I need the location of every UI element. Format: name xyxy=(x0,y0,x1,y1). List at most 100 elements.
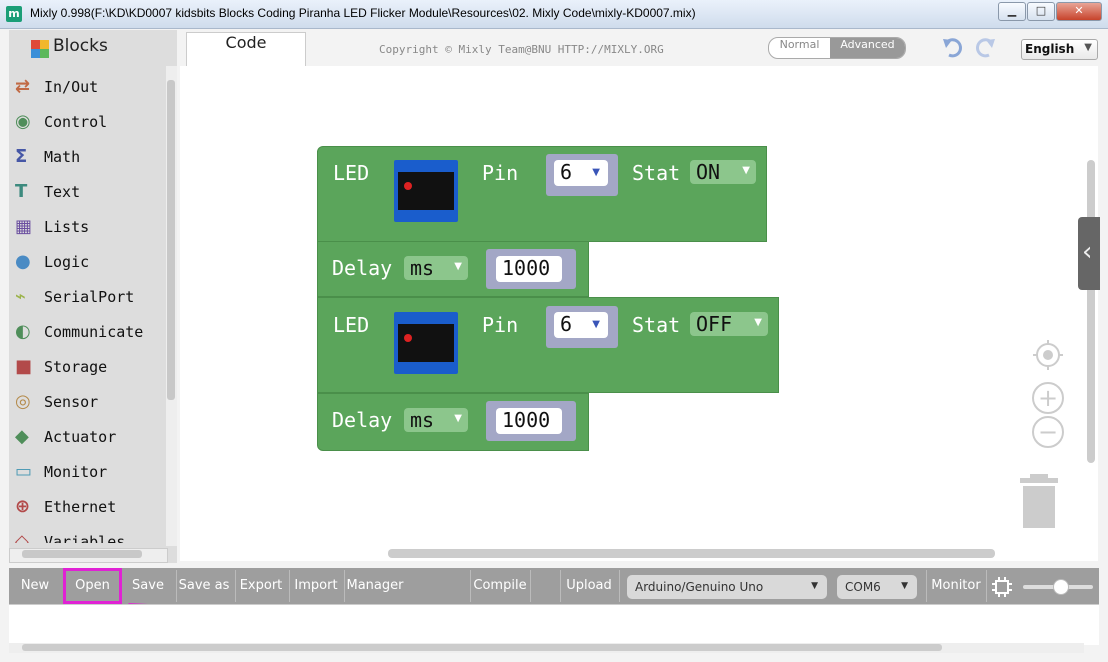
monitor-button[interactable]: Monitor xyxy=(928,568,984,604)
zoom-out-button[interactable]: − xyxy=(1032,416,1064,448)
sigma-icon: Σ xyxy=(15,146,28,167)
delay-unit: ms xyxy=(410,256,435,280)
stat-value: ON xyxy=(696,160,721,184)
sidebar-item-label: Storage xyxy=(44,358,108,376)
sidebar-item-label: Logic xyxy=(44,253,90,271)
sidebar-item-logic[interactable]: ● Logic xyxy=(12,247,162,275)
blocks-header: Blocks xyxy=(53,36,108,56)
workspace-horizontal-scrollbar[interactable] xyxy=(388,549,995,558)
toolbar-divider xyxy=(344,570,345,602)
minimize-button[interactable]: ▁ xyxy=(998,2,1026,21)
mode-advanced-option[interactable]: Advanced xyxy=(830,38,905,58)
pin-dropdown[interactable]: 6 ▼ xyxy=(554,312,608,338)
compile-button[interactable]: Compile xyxy=(472,568,528,604)
delay-value: 1000 xyxy=(502,256,551,280)
led-label: LED xyxy=(333,161,370,185)
chevron-down-icon: ▼ xyxy=(454,261,462,272)
sidebar-item-actuator[interactable]: ◆ Actuator xyxy=(12,422,162,450)
delay-unit: ms xyxy=(410,408,435,432)
zoom-slider-handle[interactable] xyxy=(1053,579,1069,595)
toolbar-divider xyxy=(986,570,987,602)
sidebar-item-control[interactable]: ◉ Control xyxy=(12,107,162,135)
stat-value: OFF xyxy=(696,312,733,336)
sidebar-hscroll-thumb[interactable] xyxy=(22,550,142,558)
delay-value-field[interactable]: 1000 xyxy=(496,408,562,434)
chevron-down-icon: ▼ xyxy=(454,413,462,424)
toolbar-divider xyxy=(926,570,927,602)
chevron-down-icon: ▼ xyxy=(901,581,908,591)
open-button[interactable]: Open xyxy=(63,568,122,604)
upload-button[interactable]: Upload xyxy=(562,568,616,604)
zoom-in-button[interactable]: + xyxy=(1032,382,1064,414)
workspace-vertical-scrollbar[interactable] xyxy=(1087,160,1095,463)
import-button[interactable]: Import xyxy=(291,568,341,604)
piranha-led-image xyxy=(394,160,458,222)
sidebar-item-communicate[interactable]: ◐ Communicate xyxy=(12,317,162,345)
sensor-icon: ◎ xyxy=(15,391,31,412)
tab-code-label: Code xyxy=(225,33,267,52)
sidebar-item-lists[interactable]: ▦ Lists xyxy=(12,212,162,240)
pin-label: Pin xyxy=(482,161,519,185)
sidebar-item-text[interactable]: T Text xyxy=(12,177,162,205)
pin-value: 6 xyxy=(560,312,573,336)
sidebar-item-in/out[interactable]: ⇄ In/Out xyxy=(12,72,162,100)
cable-icon: ⌁ xyxy=(15,286,26,307)
delay-unit-dropdown[interactable]: ms ▼ xyxy=(404,256,468,280)
close-button[interactable]: ✕ xyxy=(1056,2,1102,21)
chevron-left-icon: ‹ xyxy=(1082,237,1093,267)
delay-value-field[interactable]: 1000 xyxy=(496,256,562,282)
chip-icon[interactable] xyxy=(991,576,1013,598)
export-button[interactable]: Export xyxy=(237,568,285,604)
sidebar-item-label: Actuator xyxy=(44,428,117,446)
sidebar-scroll-thumb[interactable] xyxy=(167,80,175,400)
toolbar-divider xyxy=(235,570,236,602)
sidebar-item-ethernet[interactable]: ⊕ Ethernet xyxy=(12,492,162,520)
console-scroll-thumb[interactable] xyxy=(22,644,942,651)
stat-dropdown[interactable]: ON ▼ xyxy=(690,160,756,184)
pin-dropdown[interactable]: 6 ▼ xyxy=(554,160,608,186)
toolbar-divider xyxy=(530,570,531,602)
chevron-down-icon: ▼ xyxy=(592,167,600,178)
text-t-icon: T xyxy=(15,181,28,202)
toolbar-divider xyxy=(470,570,471,602)
stat-label: Stat xyxy=(632,161,681,185)
redo-icon[interactable] xyxy=(973,36,997,58)
sidebar-item-label: Variables xyxy=(44,533,126,543)
maximize-button[interactable]: □ xyxy=(1027,2,1055,21)
sidebar-item-sensor[interactable]: ◎ Sensor xyxy=(12,387,162,415)
code-panel-toggle[interactable]: ‹ xyxy=(1078,217,1100,290)
globe-icon: ⊕ xyxy=(15,496,31,517)
chevron-down-icon: ▼ xyxy=(811,581,818,591)
copyright-text: Copyright © Mixly Team@BNU HTTP://MIXLY.… xyxy=(379,43,664,56)
trash-icon[interactable] xyxy=(1020,474,1058,528)
mode-normal-option[interactable]: Normal xyxy=(769,38,830,58)
sidebar-item-math[interactable]: Σ Math xyxy=(12,142,162,170)
sidebar-item-label: SerialPort xyxy=(44,288,135,306)
plus-icon: + xyxy=(1037,384,1059,412)
recenter-icon[interactable] xyxy=(1032,339,1064,371)
toolbar-divider xyxy=(619,570,620,602)
board-value: Arduino/Genuino Uno xyxy=(635,580,764,594)
undo-icon[interactable] xyxy=(941,36,965,58)
led-label: LED xyxy=(333,313,370,337)
port-select[interactable]: COM6 ▼ xyxy=(837,575,917,599)
sidebar-item-variables[interactable]: ◇ Variables xyxy=(12,527,162,543)
stat-dropdown[interactable]: OFF ▼ xyxy=(690,312,768,336)
puzzle-icon xyxy=(31,40,49,58)
output-console[interactable] xyxy=(9,604,1099,645)
blocks-icon: ▦ xyxy=(15,216,33,237)
board-select[interactable]: Arduino/Genuino Uno ▼ xyxy=(627,575,827,599)
sidebar-item-serialport[interactable]: ⌁ SerialPort xyxy=(12,282,162,310)
actuator-icon: ◆ xyxy=(15,426,29,447)
sidebar-item-storage[interactable]: ■ Storage xyxy=(12,352,162,380)
language-select[interactable]: English ▼ xyxy=(1021,39,1098,60)
manager-button[interactable]: Manager xyxy=(346,568,404,604)
toolbar-divider xyxy=(289,570,290,602)
tab-code[interactable]: Code xyxy=(186,32,306,66)
delay-unit-dropdown[interactable]: ms ▼ xyxy=(404,408,468,432)
sidebar-item-monitor[interactable]: ▭ Monitor xyxy=(12,457,162,485)
delay-value: 1000 xyxy=(502,408,551,432)
variables-icon: ◇ xyxy=(15,531,29,543)
new-button[interactable]: New xyxy=(14,568,56,604)
mode-toggle[interactable]: Normal Advanced xyxy=(768,37,906,59)
